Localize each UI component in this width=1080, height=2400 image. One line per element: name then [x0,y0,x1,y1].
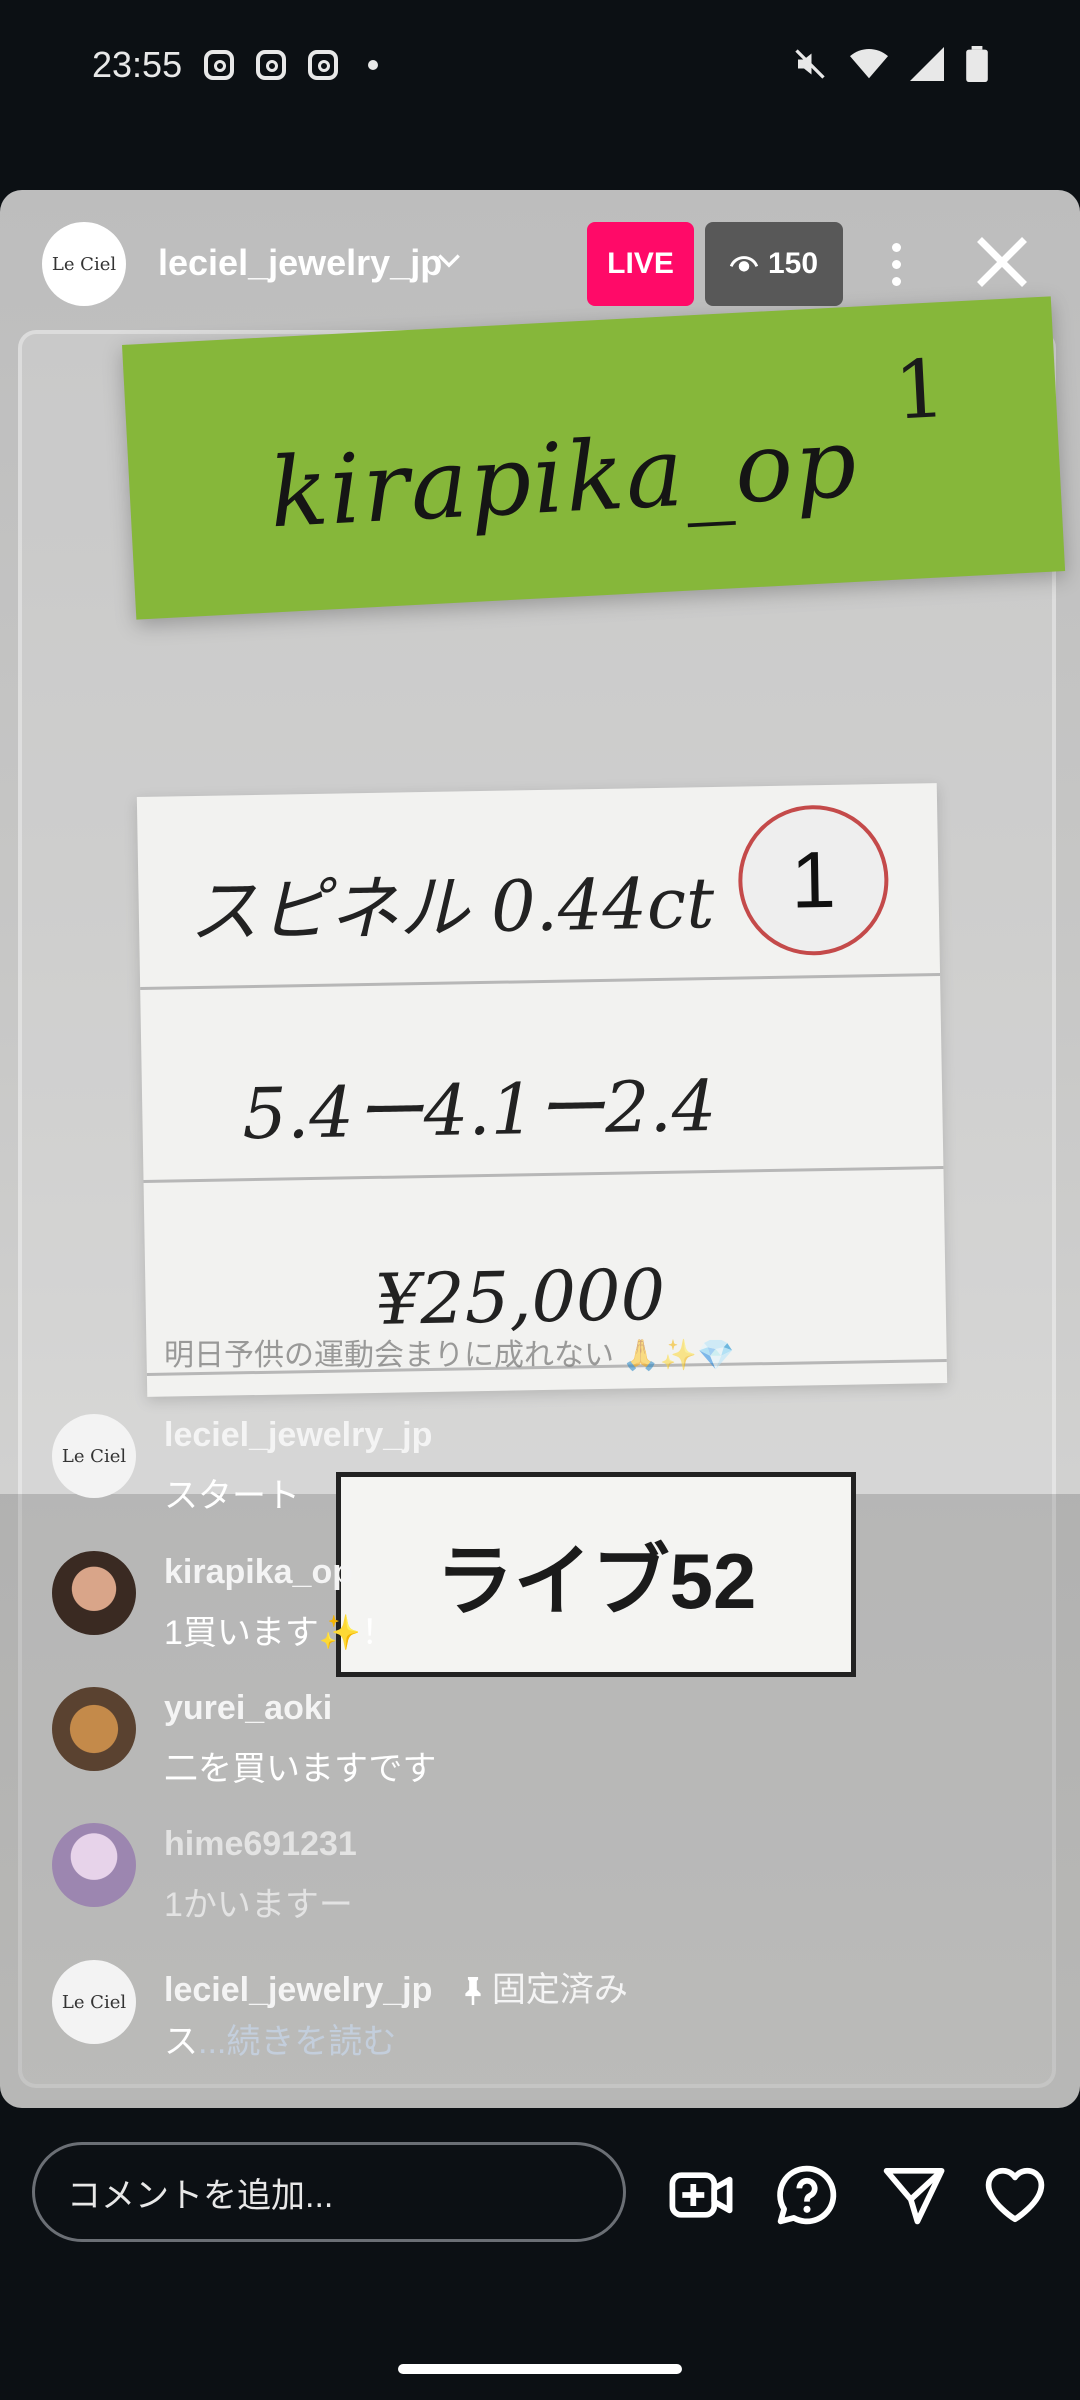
viewer-count-badge[interactable]: 150 [705,222,843,306]
battery-icon [966,46,988,82]
avatar[interactable]: Le Ciel [52,1960,136,2044]
avatar-logo-text: Le Ciel [51,253,117,275]
status-bar: 23:55 [0,0,1080,134]
comment-username-row: leciel_jewelry_jp 固定済み [164,1962,628,2011]
sticky-note: 1 kirapika_op [122,296,1066,620]
stream-label: ライブ52 [435,1536,757,1625]
comment-text-row: ス...続きを読む [164,2014,396,2063]
pin-icon [465,1977,481,2005]
comment-username[interactable]: kirapika_op [164,1553,353,1592]
gem-price: ¥25,000 [374,1253,666,1341]
more-notifications-dot-icon [368,60,378,70]
gem-dimensions: 5.4ー4.1ー2.4 [241,1064,718,1156]
instagram-notification-icon [204,50,234,80]
avatar[interactable] [52,1823,136,1907]
notification-icons [204,50,378,80]
instagram-notification-icon [256,50,286,80]
number-sticker: 1 [737,803,890,957]
comment-text: 二を買いますです [164,1750,437,1788]
comment-username[interactable]: yurei_aoki [164,1689,332,1728]
comment-text: 1買います✨！ [164,1614,396,1652]
avatar-logo-text: Le Ciel [61,1445,127,1467]
faded-comment: 明日予供の運動会まりに成れない 🙏✨💎 [164,1339,735,1372]
pinned-indicator: 固定済み [462,1962,628,2011]
request-to-join-icon[interactable] [668,2162,734,2228]
avatar-logo-text: Le Ciel [61,1991,127,2013]
mute-icon [795,49,825,79]
avatar[interactable]: Le Ciel [52,1414,136,1498]
comment-input[interactable]: コメントを追加... [32,2142,626,2242]
share-icon[interactable] [880,2162,946,2228]
label-row: 5.4ー4.1ー2.4 [140,976,944,1183]
comment-text: スタート [164,1477,300,1515]
home-indicator[interactable] [398,2364,682,2374]
video-scene: 1 kirapika_op スピネル 0.44ct 1 5.4ー4.1ー2.4 … [0,190,1080,2108]
comment-username[interactable]: leciel_jewelry_jp [164,1971,432,2009]
question-icon[interactable] [774,2162,840,2228]
instagram-notification-icon [308,50,338,80]
close-icon[interactable] [972,232,1032,292]
live-badge: LIVE [587,222,694,306]
comment-text: 1かいますー [164,1886,353,1924]
chevron-down-icon[interactable] [436,248,462,274]
comment-username[interactable]: leciel_jewelry_jp [164,1416,432,1455]
pinned-label: 固定済み [491,1971,628,2009]
host-avatar[interactable]: Le Ciel [42,222,126,306]
comment-username[interactable]: hime691231 [164,1825,357,1864]
read-more-link[interactable]: ...続きを読む [198,2023,396,2061]
live-video[interactable]: 1 kirapika_op スピネル 0.44ct 1 5.4ー4.1ー2.4 … [0,190,1080,2108]
comment-text: ス [164,2023,198,2061]
product-label-card: スピネル 0.44ct 1 5.4ー4.1ー2.4 ¥25,000 [136,783,948,1397]
viewer-count: 150 [767,247,819,280]
signal-icon [910,47,944,81]
gem-description: スピネル 0.44ct [188,861,715,954]
heart-icon[interactable] [982,2162,1048,2228]
stream-label-card: ライブ52 [336,1472,856,1677]
wifi-icon [850,48,888,79]
system-icons [792,46,988,82]
eye-icon [729,256,758,272]
sticky-name: kirapika_op [267,406,861,550]
more-options-icon[interactable] [876,232,916,296]
host-username[interactable]: leciel_jewelry_jp [158,242,442,284]
sticky-number: 1 [892,342,948,438]
avatar[interactable] [52,1687,136,1771]
avatar[interactable] [52,1551,136,1635]
status-time: 23:55 [92,44,183,85]
label-row: スピネル 0.44ct 1 [136,783,941,990]
